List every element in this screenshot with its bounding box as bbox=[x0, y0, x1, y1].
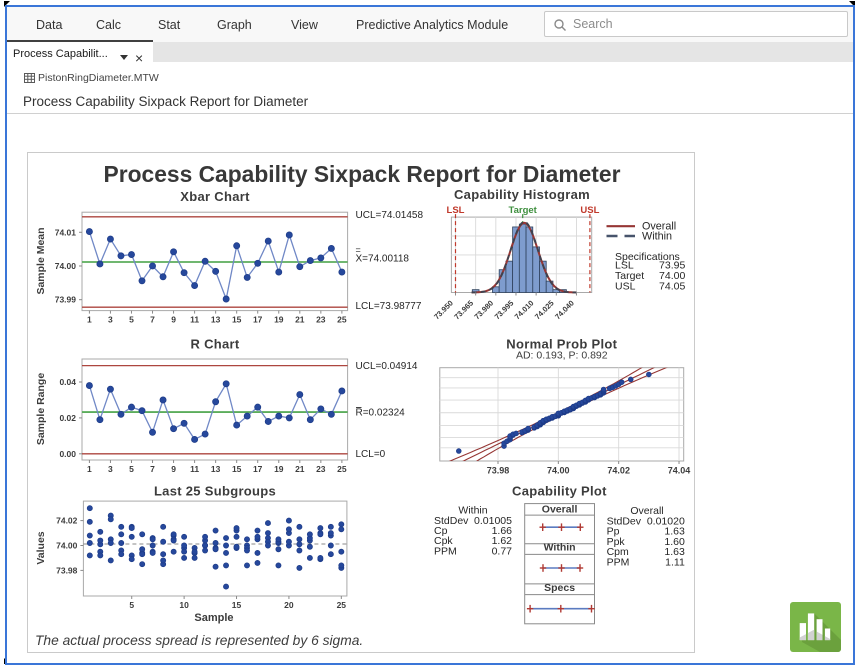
svg-text:Within: Within bbox=[544, 542, 576, 554]
svg-text:15: 15 bbox=[232, 600, 242, 610]
svg-text:25: 25 bbox=[337, 315, 347, 325]
svg-text:The actual process spread is r: The actual process spread is represented… bbox=[35, 633, 363, 648]
svg-text:Capability Plot: Capability Plot bbox=[512, 484, 607, 499]
svg-text:5: 5 bbox=[129, 315, 134, 325]
svg-text:LCL=73.98777: LCL=73.98777 bbox=[356, 301, 422, 312]
svg-text:UCL=0.04914: UCL=0.04914 bbox=[356, 361, 418, 372]
svg-text:20: 20 bbox=[284, 600, 294, 610]
svg-text:9: 9 bbox=[171, 464, 176, 474]
svg-text:Sample Range: Sample Range bbox=[35, 373, 47, 446]
svg-text:3: 3 bbox=[108, 315, 113, 325]
svg-text:7: 7 bbox=[150, 315, 155, 325]
svg-text:19: 19 bbox=[274, 464, 284, 474]
svg-text:13: 13 bbox=[211, 315, 221, 325]
svg-text:Within: Within bbox=[642, 230, 672, 242]
svg-text:73.980: 73.980 bbox=[472, 299, 495, 322]
svg-text:1: 1 bbox=[87, 315, 92, 325]
svg-text:Sample: Sample bbox=[194, 612, 233, 624]
svg-text:R Chart: R Chart bbox=[190, 337, 239, 352]
svg-text:74.00: 74.00 bbox=[56, 541, 78, 551]
svg-text:PPM: PPM bbox=[434, 545, 457, 557]
svg-text:Target: Target bbox=[509, 205, 538, 216]
svg-text:Process Capability Sixpack Rep: Process Capability Sixpack Report for Di… bbox=[104, 161, 621, 187]
svg-text:LCL=0: LCL=0 bbox=[356, 449, 386, 460]
svg-text:1.11: 1.11 bbox=[665, 556, 685, 568]
svg-text:0.02: 0.02 bbox=[59, 413, 76, 423]
svg-text:73.99: 73.99 bbox=[55, 295, 77, 305]
svg-text:Last 25 Subgroups: Last 25 Subgroups bbox=[154, 484, 276, 499]
svg-text:X=74.00118: X=74.00118 bbox=[356, 253, 410, 264]
svg-text:23: 23 bbox=[316, 315, 326, 325]
svg-text:74.040: 74.040 bbox=[553, 299, 576, 322]
svg-text:11: 11 bbox=[190, 464, 199, 474]
svg-text:21: 21 bbox=[295, 464, 305, 474]
svg-text:Sample Mean: Sample Mean bbox=[35, 227, 47, 294]
svg-text:73.98: 73.98 bbox=[487, 466, 510, 476]
svg-text:15: 15 bbox=[232, 315, 242, 325]
svg-text:UCL=74.01458: UCL=74.01458 bbox=[356, 210, 424, 221]
svg-text:21: 21 bbox=[295, 315, 305, 325]
svg-text:0.04: 0.04 bbox=[59, 377, 76, 387]
svg-text:74.04: 74.04 bbox=[668, 466, 691, 476]
svg-text:1: 1 bbox=[87, 464, 92, 474]
svg-text:0.77: 0.77 bbox=[492, 545, 513, 557]
svg-text:AD: 0.193, P: 0.892: AD: 0.193, P: 0.892 bbox=[516, 350, 608, 362]
svg-text:10: 10 bbox=[179, 600, 189, 610]
svg-text:74.025: 74.025 bbox=[533, 298, 556, 321]
svg-text:74.010: 74.010 bbox=[513, 299, 536, 322]
svg-text:9: 9 bbox=[171, 315, 176, 325]
svg-text:5: 5 bbox=[129, 464, 134, 474]
svg-text:74.02: 74.02 bbox=[56, 516, 78, 526]
svg-text:PPM: PPM bbox=[607, 556, 630, 568]
svg-text:5: 5 bbox=[129, 600, 134, 610]
svg-text:74.05: 74.05 bbox=[659, 281, 685, 293]
svg-text:Values: Values bbox=[35, 531, 47, 564]
svg-text:15: 15 bbox=[232, 464, 242, 474]
svg-text:USL: USL bbox=[580, 205, 599, 216]
svg-text:74.00: 74.00 bbox=[547, 466, 570, 476]
svg-text:73.950: 73.950 bbox=[432, 299, 455, 322]
svg-text:Xbar Chart: Xbar Chart bbox=[180, 189, 250, 204]
svg-text:11: 11 bbox=[190, 315, 199, 325]
svg-text:74.00: 74.00 bbox=[55, 261, 77, 271]
svg-text:25: 25 bbox=[337, 600, 347, 610]
svg-text:Capability Histogram: Capability Histogram bbox=[454, 187, 590, 202]
svg-text:73.965: 73.965 bbox=[452, 298, 475, 321]
svg-text:LSL: LSL bbox=[447, 205, 465, 216]
svg-text:0.00: 0.00 bbox=[59, 449, 76, 459]
svg-text:3: 3 bbox=[108, 464, 113, 474]
svg-text:R=0.02324: R=0.02324 bbox=[356, 408, 406, 419]
svg-text:USL: USL bbox=[615, 281, 636, 293]
svg-text:73.98: 73.98 bbox=[56, 565, 78, 575]
svg-text:13: 13 bbox=[211, 464, 221, 474]
svg-text:23: 23 bbox=[316, 464, 326, 474]
svg-text:74.02: 74.02 bbox=[607, 466, 630, 476]
svg-text:17: 17 bbox=[253, 464, 263, 474]
svg-text:74.01: 74.01 bbox=[55, 227, 77, 237]
svg-text:Specs: Specs bbox=[544, 582, 575, 594]
svg-text:25: 25 bbox=[337, 464, 347, 474]
svg-text:Overall: Overall bbox=[542, 503, 578, 515]
svg-text:73.995: 73.995 bbox=[493, 298, 516, 321]
svg-text:7: 7 bbox=[150, 464, 155, 474]
svg-text:19: 19 bbox=[274, 315, 284, 325]
svg-text:17: 17 bbox=[253, 315, 263, 325]
